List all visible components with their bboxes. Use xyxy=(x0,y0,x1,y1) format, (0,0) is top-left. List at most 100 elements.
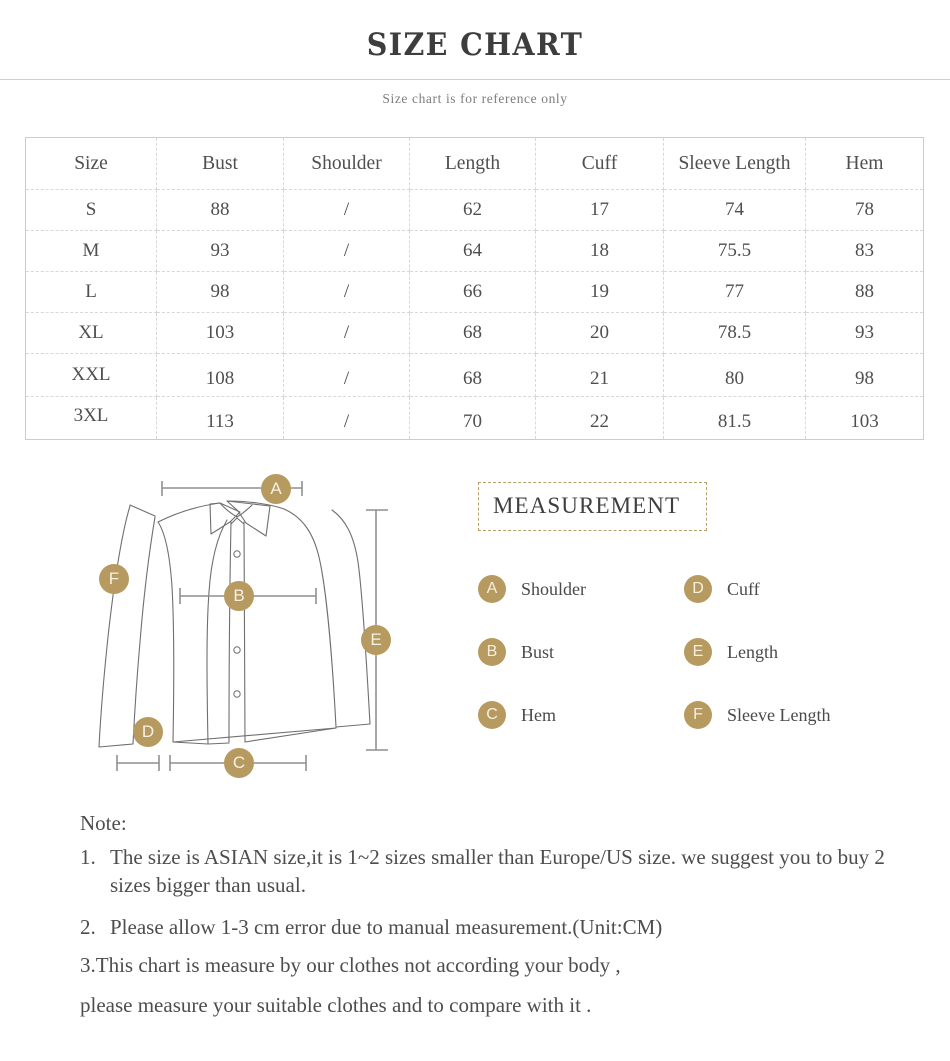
cell-hem: 103 xyxy=(805,396,924,441)
note-text-3: 3.This chart is measure by our clothes n… xyxy=(80,952,621,977)
cell-size: S xyxy=(25,189,157,232)
legend-label-shoulder: Shoulder xyxy=(521,578,586,599)
note-text-2: Please allow 1-3 cm error due to manual … xyxy=(110,914,663,939)
measurement-section: A B C D E F MEASUREMENT A Shoulder D Cuf… xyxy=(0,462,950,792)
legend-label-length: Length xyxy=(727,641,778,662)
note-item-1: 1. The size is ASIAN size,it is 1~2 size… xyxy=(80,844,930,900)
cell-shoulder: / xyxy=(283,189,410,232)
note-item-2: 2. Please allow 1-3 cm error due to manu… xyxy=(80,914,930,942)
cell-length: 62 xyxy=(409,189,536,232)
cell-bust: 98 xyxy=(156,271,284,314)
column-header-sleeve-length: Sleeve Length xyxy=(663,137,806,191)
diagram-marker-a: A xyxy=(261,474,291,505)
cell-size: L xyxy=(25,271,157,314)
cell-hem: 88 xyxy=(805,271,924,314)
legend-badge-a: A xyxy=(478,575,506,604)
cell-cuff: 22 xyxy=(535,396,664,441)
size-table-container: Size Bust Shoulder Length Cuff Sleeve Le… xyxy=(25,137,925,441)
cell-size: XL xyxy=(25,312,157,355)
column-header-size: Size xyxy=(25,137,157,191)
note-marker-2: 2. xyxy=(80,914,96,939)
cell-hem: 98 xyxy=(805,353,924,398)
measurement-legend-panel: MEASUREMENT A Shoulder D Cuff B Bust E L… xyxy=(478,482,898,730)
cell-shoulder: / xyxy=(283,271,410,314)
cell-size: 3XL xyxy=(25,396,157,441)
cell-bust: 103 xyxy=(156,312,284,355)
legend-badge-e: E xyxy=(684,638,712,667)
table-row: 3XL 113 / 70 22 81.5 103 xyxy=(25,396,924,441)
cell-length: 68 xyxy=(409,312,536,355)
cell-cuff: 19 xyxy=(535,271,664,314)
page-subtitle: Size chart is for reference only xyxy=(382,91,568,107)
table-row: M 93 / 64 18 75.5 83 xyxy=(25,230,924,273)
table-row: XXL 108 / 68 21 80 98 xyxy=(25,353,924,398)
cell-bust: 93 xyxy=(156,230,284,273)
cell-sleeve-length: 80 xyxy=(663,353,806,398)
cell-size: XXL xyxy=(25,353,157,398)
cell-cuff: 18 xyxy=(535,230,664,273)
legend-badge-d: D xyxy=(684,575,712,604)
page-header: SIZE CHART Size chart is for reference o… xyxy=(0,0,950,107)
legend-item-shoulder: A Shoulder xyxy=(478,575,684,604)
page-title: SIZE CHART xyxy=(366,27,584,63)
cell-length: 70 xyxy=(409,396,536,441)
notes-heading: Note: xyxy=(80,811,127,836)
legend-label-hem: Hem xyxy=(521,704,556,725)
diagram-marker-d: D xyxy=(133,717,163,748)
column-header-cuff: Cuff xyxy=(535,137,664,191)
measurement-legend-grid: A Shoulder D Cuff B Bust E Length C Hem … xyxy=(478,575,898,730)
table-row: S 88 / 62 17 74 78 xyxy=(25,189,924,232)
cell-hem: 83 xyxy=(805,230,924,273)
legend-badge-c: C xyxy=(478,701,506,730)
diagram-marker-c: C xyxy=(224,748,254,779)
cell-sleeve-length: 78.5 xyxy=(663,312,806,355)
cell-length: 66 xyxy=(409,271,536,314)
diagram-marker-f: F xyxy=(99,564,129,595)
column-header-bust: Bust xyxy=(156,137,284,191)
column-header-hem: Hem xyxy=(805,137,924,191)
cell-cuff: 20 xyxy=(535,312,664,355)
cell-shoulder: / xyxy=(283,230,410,273)
garment-diagram: A B C D E F xyxy=(70,462,440,792)
column-header-length: Length xyxy=(409,137,536,191)
cell-shoulder: / xyxy=(283,312,410,355)
legend-item-length: E Length xyxy=(684,638,890,667)
legend-item-bust: B Bust xyxy=(478,638,684,667)
legend-badge-b: B xyxy=(478,638,506,667)
note-marker-1: 1. xyxy=(80,845,96,870)
legend-item-hem: C Hem xyxy=(478,701,684,730)
cell-shoulder: / xyxy=(283,353,410,398)
cell-sleeve-length: 75.5 xyxy=(663,230,806,273)
header-divider xyxy=(0,79,950,81)
diagram-marker-e: E xyxy=(361,625,391,656)
cell-bust: 88 xyxy=(156,189,284,232)
cell-sleeve-length: 74 xyxy=(663,189,806,232)
cell-bust: 113 xyxy=(156,396,284,441)
size-chart-table: Size Bust Shoulder Length Cuff Sleeve Le… xyxy=(25,137,924,441)
legend-label-sleeve-length: Sleeve Length xyxy=(727,704,831,725)
legend-label-cuff: Cuff xyxy=(727,578,760,599)
cell-hem: 93 xyxy=(805,312,924,355)
table-header-row: Size Bust Shoulder Length Cuff Sleeve Le… xyxy=(25,137,924,191)
legend-item-sleeve-length: F Sleeve Length xyxy=(684,701,890,730)
cell-shoulder: / xyxy=(283,396,410,441)
note-text-1: The size is ASIAN size,it is 1~2 sizes s… xyxy=(110,845,885,897)
note-text-4: please measure your suitable clothes and… xyxy=(80,992,592,1017)
cell-sleeve-length: 77 xyxy=(663,271,806,314)
cell-cuff: 21 xyxy=(535,353,664,398)
table-row: L 98 / 66 19 77 88 xyxy=(25,271,924,314)
cell-length: 68 xyxy=(409,353,536,398)
cell-cuff: 17 xyxy=(535,189,664,232)
column-header-shoulder: Shoulder xyxy=(283,137,410,191)
cell-sleeve-length: 81.5 xyxy=(663,396,806,441)
diagram-marker-b: B xyxy=(224,581,254,612)
legend-item-cuff: D Cuff xyxy=(684,575,890,604)
measurement-title-box: MEASUREMENT xyxy=(478,482,708,532)
cell-length: 64 xyxy=(409,230,536,273)
cell-bust: 108 xyxy=(156,353,284,398)
cell-hem: 78 xyxy=(805,189,924,232)
table-row: XL 103 / 68 20 78.5 93 xyxy=(25,312,924,355)
legend-badge-f: F xyxy=(684,701,712,730)
legend-label-bust: Bust xyxy=(521,641,555,662)
cell-size: M xyxy=(25,230,157,273)
